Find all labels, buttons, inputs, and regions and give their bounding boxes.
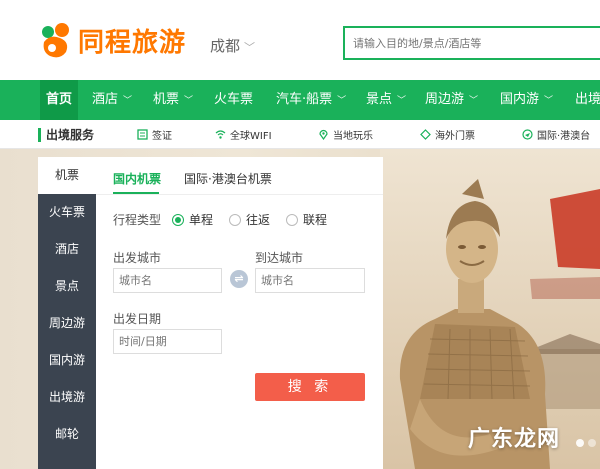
nav-item-bus-ship[interactable]: 汽车·船票 ﹀ [276,80,346,120]
tab-international-flight[interactable]: 国际·港澳台机票 [184,170,272,187]
nav-item-outbound[interactable]: 出境 [575,80,600,120]
subnav-item-local-fun[interactable]: 当地玩乐 [318,127,373,142]
chevron-down-icon: ﹀ [184,96,194,106]
search-input[interactable] [345,28,600,58]
brand-name[interactable]: 同程旅游 [78,22,186,59]
city-label: 成都 [210,37,241,55]
side-tab-domestic[interactable]: 国内游 [38,342,96,379]
side-tab-hotel[interactable]: 酒店 [38,231,96,268]
nav-item-domestic[interactable]: 国内游 ﹀ [500,80,553,120]
swap-cities-icon[interactable]: ⇌ [230,270,248,288]
radio-label: 联程 [303,213,328,227]
side-tab-flight[interactable]: 机票 [38,157,96,194]
nav-label: 机票 [153,92,180,107]
to-city-field[interactable] [255,268,365,293]
chevron-down-icon: ﹀ [123,96,133,106]
nav-label: 出境 [575,92,600,107]
nav-item-flight[interactable]: 机票 ﹀ [153,80,193,120]
from-city-input[interactable] [114,269,221,292]
nav-label: 周边游 [425,92,465,107]
radio-one-way[interactable]: 单程 [172,211,213,228]
plane-icon [522,129,533,140]
nav-label: 酒店 [92,92,119,107]
nav-item-nearby[interactable]: 周边游 ﹀ [425,80,478,120]
departure-date-label: 出发日期 [113,312,162,326]
visa-icon [137,129,148,140]
radio-multi-city[interactable]: 联程 [286,211,327,228]
nav-item-hotel[interactable]: 酒店 ﹀ [92,80,132,120]
subnav-item-visa[interactable]: 签证 [137,127,172,142]
departure-date-input[interactable] [114,330,221,353]
subnav-item-wifi[interactable]: 全球WIFI [215,127,272,142]
flight-search-form: 国内机票 国际·港澳台机票 行程类型 单程 往返 联程 出发城市 到达城市 ⇌ … [96,157,383,469]
outbound-services-title: 出境服务 [46,128,95,142]
search-box[interactable] [343,26,600,60]
subnav-item-overseas-tickets[interactable]: 海外门票 [420,127,475,142]
nav-label: 国内游 [500,92,540,107]
header: 同程旅游 成都 ﹀ [0,0,600,80]
booking-category-tabs: 机票 火车票 酒店 景点 周边游 国内游 出境游 邮轮 [38,157,96,469]
location-pin-icon [319,129,328,140]
subnav-label: 海外门票 [435,131,475,142]
from-city-label: 出发城市 [113,251,162,265]
ticket-icon [420,129,431,140]
side-tab-outbound[interactable]: 出境游 [38,379,96,416]
page: 同程旅游 成都﹀ 首页 酒店﹀ 机票﹀ 火车票 汽车·船票﹀ 景点﹀ 周边游﹀ … [0,0,600,469]
side-tab-scenic[interactable]: 景点 [38,268,96,305]
outbound-services-bar: 出境服务 签证 全球WIFI 当地玩乐 海外门票 国际·港澳台 [0,120,600,149]
chevron-down-icon: ﹀ [337,96,347,106]
nav-item-train[interactable]: 火车票 [214,80,253,120]
chevron-down-icon: ﹀ [469,96,479,106]
subnav-label: 签证 [152,131,172,142]
nav-item-home[interactable]: 首页 [40,80,79,120]
radio-unselected-icon [286,214,298,226]
to-city-input[interactable] [256,269,364,292]
accent-bar [38,128,41,142]
nav-item-scenic[interactable]: 景点 ﹀ [366,80,406,120]
radio-round-trip[interactable]: 往返 [229,211,270,228]
subnav-label: 国际·港澳台 [537,131,591,142]
radio-label: 往返 [246,213,271,227]
trip-type-label: 行程类型 [113,213,162,227]
side-tab-nearby[interactable]: 周边游 [38,305,96,342]
departure-date-field[interactable] [113,329,222,354]
wifi-icon [215,130,226,139]
side-tab-cruise[interactable]: 邮轮 [38,416,96,453]
side-tab-train[interactable]: 火车票 [38,194,96,231]
nav-label: 景点 [366,92,393,107]
watermark-text: 广东龙网 [468,427,561,452]
tongcheng-logo-icon[interactable] [38,22,74,60]
subnav-label: 当地玩乐 [333,131,373,142]
radio-label: 单程 [189,213,214,227]
chevron-down-icon: ﹀ [244,41,256,54]
city-selector[interactable]: 成都 ﹀ [210,35,255,56]
search-button[interactable]: 搜 索 [255,373,365,401]
chevron-down-icon: ﹀ [397,96,407,106]
radio-unselected-icon [229,214,241,226]
to-city-label: 到达城市 [255,251,304,265]
subnav-item-international[interactable]: 国际·港澳台 [522,127,590,142]
nav-label: 首页 [46,92,73,107]
chevron-down-icon: ﹀ [544,96,554,106]
from-city-field[interactable] [113,268,222,293]
nav-label: 火车票 [214,92,254,107]
tab-domestic-flight[interactable]: 国内机票 [113,170,161,187]
nav-label: 汽车·船票 [276,92,333,107]
main-nav: 首页 酒店 ﹀ 机票 ﹀ 火车票 汽车·船票 ﹀ 景点 ﹀ 周边游 ﹀ 国内游 ﹀ 出境 [0,80,600,120]
divider [96,194,383,195]
radio-selected-icon [172,214,184,226]
subnav-label: 全球WIFI [230,131,272,142]
